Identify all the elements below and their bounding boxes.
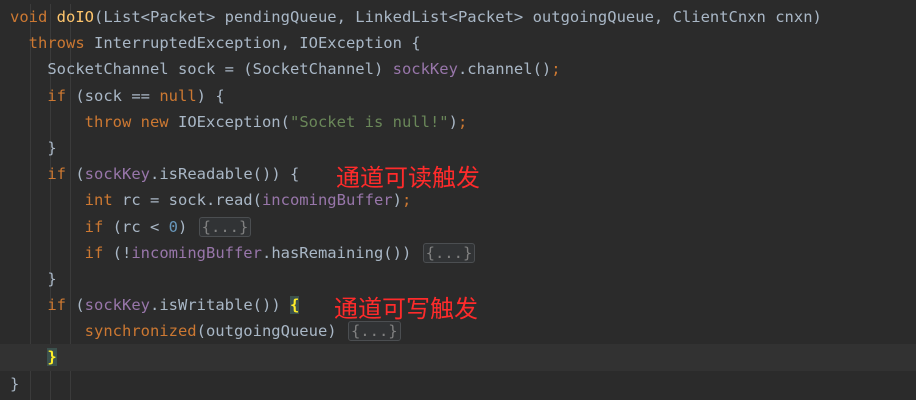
folded-block[interactable]: {...} (347, 321, 401, 342)
annotation-readable: 通道可读触发 (336, 164, 480, 192)
code-editor[interactable]: void doIO(List<Packet> pendingQueue, Lin… (0, 4, 916, 400)
code-line-2[interactable]: throws InterruptedException, IOException… (0, 30, 916, 56)
code-line-4[interactable]: if (sock == null) { (0, 83, 916, 109)
code-line-14-current[interactable]: } (0, 344, 916, 371)
folded-block[interactable]: {...} (422, 242, 476, 263)
code-line-9[interactable]: if (rc < 0) {...} (0, 214, 916, 240)
folded-block[interactable]: {...} (198, 216, 252, 237)
method-name[interactable]: doIO (57, 8, 94, 26)
matched-brace: { (289, 296, 300, 315)
code-line-1[interactable]: void doIO(List<Packet> pendingQueue, Lin… (0, 4, 916, 30)
code-line-5[interactable]: throw new IOException("Socket is null!")… (0, 109, 916, 135)
matched-brace: } (47, 348, 57, 367)
code-line-10[interactable]: if (!incomingBuffer.hasRemaining()) {...… (0, 240, 916, 266)
code-line-15[interactable]: } (0, 371, 916, 397)
code-line-3[interactable]: SocketChannel sock = (SocketChannel) soc… (0, 56, 916, 82)
annotation-writable: 通道可写触发 (334, 295, 478, 323)
